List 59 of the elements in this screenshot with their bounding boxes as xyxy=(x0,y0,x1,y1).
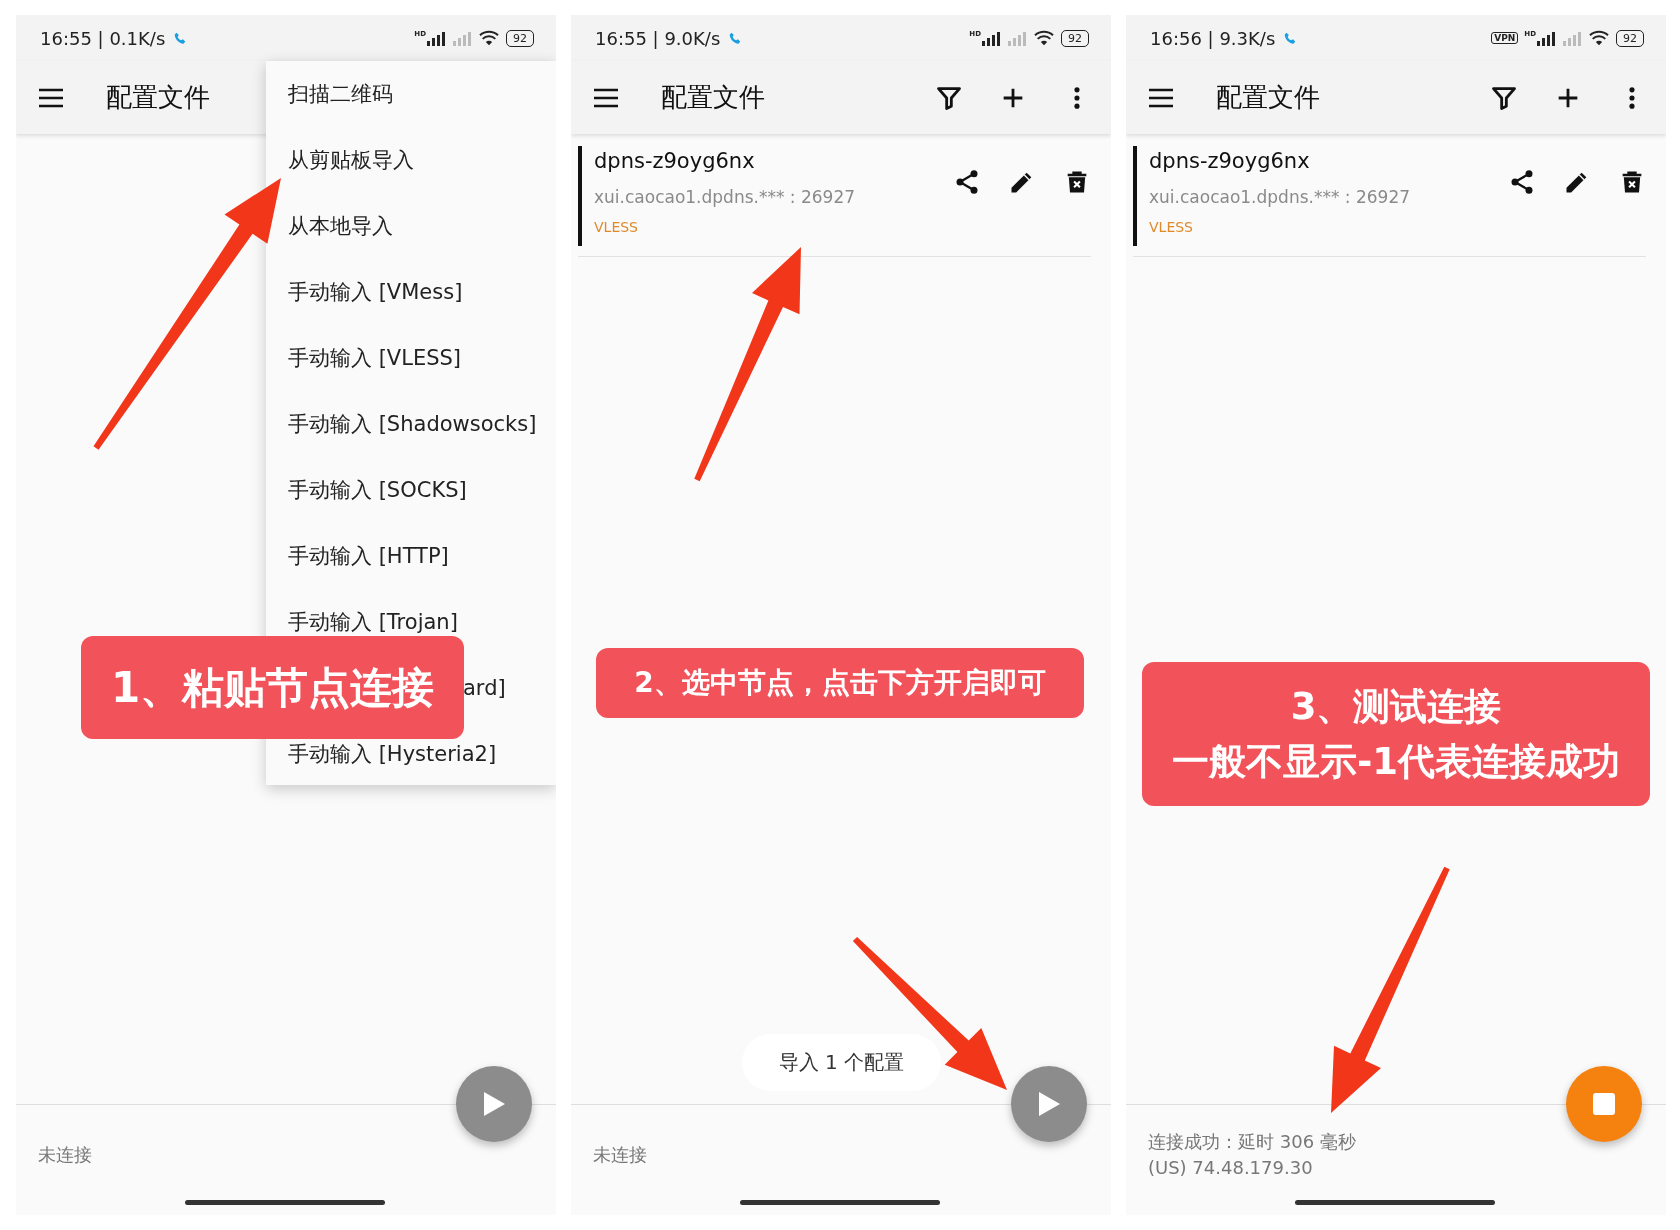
menu-item[interactable]: 手动输入 [VLESS] xyxy=(288,343,462,373)
menu-item[interactable]: 手动输入 [Hysteria2] xyxy=(288,739,497,769)
stop-button[interactable] xyxy=(1566,1066,1642,1142)
app-title: 配置文件 xyxy=(1216,81,1320,114)
status-time: 16:56 | 9.3K/s xyxy=(1150,27,1276,49)
profile-address: xui.caocao1.dpdns.*** : 26927 xyxy=(594,186,857,209)
connection-status: 连接成功：延时 306 毫秒 xyxy=(1148,1129,1357,1154)
phone-call-icon xyxy=(173,31,188,45)
protocol-label: VLESS xyxy=(1149,218,1194,237)
menu-item[interactable]: 从本地导入 xyxy=(288,211,393,241)
menu-item[interactable]: ard] xyxy=(463,673,506,703)
phone-call-icon xyxy=(1283,31,1298,45)
play-button[interactable] xyxy=(1011,1066,1087,1142)
menu-item[interactable]: 手动输入 [VMess] xyxy=(288,277,463,307)
stop-icon xyxy=(1592,1092,1616,1116)
signal-icon xyxy=(1562,30,1582,46)
status-time: 16:55 | 0.1K/s xyxy=(40,27,166,49)
signal-icon xyxy=(426,30,446,46)
vpn-badge: VPN xyxy=(1491,32,1519,44)
app-title: 配置文件 xyxy=(661,81,765,114)
menu-item[interactable]: 手动输入 [HTTP] xyxy=(288,541,449,571)
profile-row[interactable]: dpns-z9oyg6nx xui.caocao1.dpdns.*** : 26927 VLESS xyxy=(578,146,1091,257)
signal-icon xyxy=(981,30,1001,46)
profile-name: dpns-z9oyg6nx xyxy=(594,148,756,175)
menu-icon[interactable] xyxy=(38,87,64,108)
battery-icon: 92 xyxy=(1616,29,1644,47)
battery-icon: 92 xyxy=(506,29,534,47)
menu-item[interactable]: 手动输入 [Trojan] xyxy=(288,607,458,637)
app-title: 配置文件 xyxy=(106,81,210,114)
menu-item[interactable]: 手动输入 [Shadowsocks] xyxy=(288,409,537,439)
play-icon xyxy=(1037,1091,1061,1117)
profile-address: xui.caocao1.dpdns.*** : 26927 xyxy=(1149,186,1412,209)
signal-icon xyxy=(1007,30,1027,46)
menu-item[interactable]: 手动输入 [SOCKS] xyxy=(288,475,467,505)
battery-icon: 92 xyxy=(1061,29,1089,47)
callout-text: 2、选中节点，点击下方开启即可 xyxy=(634,665,1046,701)
menu-icon[interactable] xyxy=(1148,87,1174,108)
menu-icon[interactable] xyxy=(593,87,619,108)
connection-status: 未连接 xyxy=(593,1142,648,1167)
wifi-icon xyxy=(1588,29,1610,47)
signal-icon xyxy=(1536,30,1556,46)
wifi-icon xyxy=(1033,29,1055,47)
profile-name: dpns-z9oyg6nx xyxy=(1149,148,1311,175)
wifi-icon xyxy=(478,29,500,47)
callout-text: 1、粘贴节点连接 xyxy=(110,661,435,714)
toast-message: 导入 1 个配置 xyxy=(742,1034,941,1091)
play-button[interactable] xyxy=(456,1066,532,1142)
profile-row[interactable]: dpns-z9oyg6nx xui.caocao1.dpdns.*** : 26927 VLESS xyxy=(1133,146,1646,257)
callout-text: 3、测试连接 xyxy=(1290,684,1502,730)
protocol-label: VLESS xyxy=(594,218,639,237)
play-icon xyxy=(482,1091,506,1117)
menu-item[interactable]: 从剪贴板导入 xyxy=(288,145,414,175)
connection-status: (US) 74.48.179.30 xyxy=(1148,1155,1314,1180)
signal-icon xyxy=(452,30,472,46)
connection-status: 未连接 xyxy=(38,1142,93,1167)
phone-call-icon xyxy=(728,31,743,45)
menu-item[interactable]: 扫描二维码 xyxy=(288,79,393,109)
callout-text: 一般不显示-1代表连接成功 xyxy=(1171,739,1621,785)
status-time: 16:55 | 9.0K/s xyxy=(595,27,721,49)
